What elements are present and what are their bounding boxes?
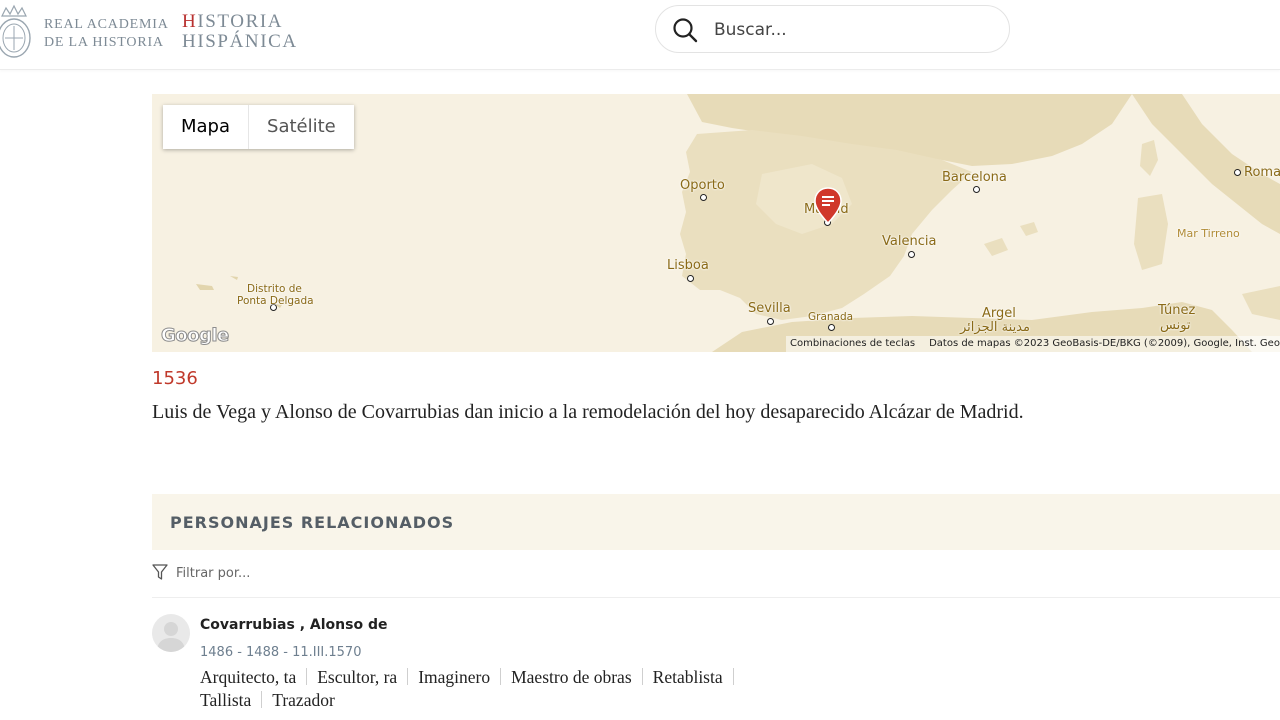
role-separator <box>261 691 263 708</box>
role-separator <box>641 668 643 685</box>
filter-icon <box>152 564 168 580</box>
map-label-ponta-delgada-2: Ponta Delgada <box>237 295 314 307</box>
keyboard-shortcuts-link[interactable]: Combinaciones de teclas <box>790 338 915 349</box>
map-type-satellite-button[interactable]: Satélite <box>249 105 354 149</box>
map-label-valencia: Valencia <box>882 234 937 249</box>
city-dot-granada <box>828 324 835 331</box>
map-attribution: Datos de mapas ©2023 GeoBasis-DE/BKG (©2… <box>929 338 1280 349</box>
related-people-title: PERSONAJES RELACIONADOS <box>170 513 455 532</box>
map-label-granada: Granada <box>808 311 854 323</box>
map-label-barcelona: Barcelona <box>942 170 1007 185</box>
logo-line-2: DE LA HISTORIA <box>44 35 164 50</box>
google-logo[interactable]: Google <box>161 325 230 347</box>
brand-initial: H <box>182 11 198 32</box>
map-label-lisboa: Lisboa <box>667 258 709 273</box>
role-separator <box>732 668 734 685</box>
map-footer: Combinaciones de teclas Datos de mapas ©2… <box>786 336 1280 352</box>
map-label-sevilla: Sevilla <box>748 301 791 316</box>
role-link[interactable]: Retablista <box>653 667 723 687</box>
academy-logo-text[interactable]: REAL ACADEMIA DE LA HISTORIA <box>44 16 169 52</box>
event-description: Luis de Vega y Alonso de Covarrubias dan… <box>152 401 1024 423</box>
city-dot-oporto <box>700 194 707 201</box>
historia-hispanica-logo[interactable]: HISTORIA HISPÁNICA <box>182 12 298 52</box>
event-year: 1536 <box>152 368 198 389</box>
brand-line-1: HISTORIA <box>182 12 298 32</box>
person-name-link[interactable]: Covarrubias , Alonso de <box>200 617 387 633</box>
person-roles: Arquitecto, ta Escultor, ra Imaginero Maest… <box>200 666 800 712</box>
search-input[interactable] <box>714 17 984 43</box>
map-label-argel: Argel <box>982 306 1016 321</box>
role-link[interactable]: Escultor, ra <box>317 667 397 687</box>
map-type-toggle: Mapa Satélite <box>163 105 354 149</box>
filter-input[interactable] <box>176 564 476 582</box>
map-label-tunez-arabic: تونس <box>1160 318 1191 333</box>
role-link[interactable]: Maestro de obras <box>511 667 632 687</box>
map-label-mar-tirreno: Mar Tirreno <box>1177 227 1240 240</box>
map-type-map-button[interactable]: Mapa <box>163 105 250 149</box>
role-link[interactable]: Trazador <box>272 690 335 710</box>
person-item: Covarrubias , Alonso de 1486 - 1488 - 11… <box>152 614 1280 720</box>
city-dot-sevilla <box>767 318 774 325</box>
site-header: REAL ACADEMIA DE LA HISTORIA HISTORIA HI… <box>0 0 1280 70</box>
related-people-header: PERSONAJES RELACIONADOS <box>152 494 1280 550</box>
role-link[interactable]: Imaginero <box>418 667 490 687</box>
search-icon[interactable] <box>672 17 698 43</box>
role-separator <box>500 668 502 685</box>
location-marker-icon[interactable] <box>814 187 842 225</box>
role-separator <box>306 668 308 685</box>
search-box[interactable] <box>655 5 1010 53</box>
map-label-oporto: Oporto <box>680 178 725 193</box>
city-dot-lisboa <box>687 275 694 282</box>
brand-line-2: HISPÁNICA <box>182 31 298 52</box>
city-dot-roma <box>1234 169 1241 176</box>
brand-line-1-rest: ISTORIA <box>197 11 284 32</box>
map-label-roma: Roma <box>1244 165 1280 180</box>
avatar-placeholder-icon <box>157 622 185 652</box>
person-dates: 1486 - 1488 - 11.III.1570 <box>200 645 362 660</box>
filter-bar <box>152 562 1280 598</box>
avatar[interactable] <box>152 614 190 652</box>
map-label-ponta-delgada-1: Distrito de <box>247 283 302 295</box>
city-dot-barcelona <box>973 186 980 193</box>
role-link[interactable]: Tallista <box>200 690 251 710</box>
map-label-argel-arabic: مدينة الجزائر <box>960 320 1030 335</box>
city-dot-valencia <box>908 251 915 258</box>
academy-crest-icon[interactable] <box>0 2 36 60</box>
role-link[interactable]: Arquitecto, ta <box>200 667 296 687</box>
map-view[interactable]: Mapa Satélite Oporto Barcelona Roma Madr… <box>152 94 1280 352</box>
role-separator <box>407 668 409 685</box>
logo-line-1: REAL ACADEMIA <box>44 17 169 32</box>
map-label-tunez: Túnez <box>1158 303 1196 318</box>
